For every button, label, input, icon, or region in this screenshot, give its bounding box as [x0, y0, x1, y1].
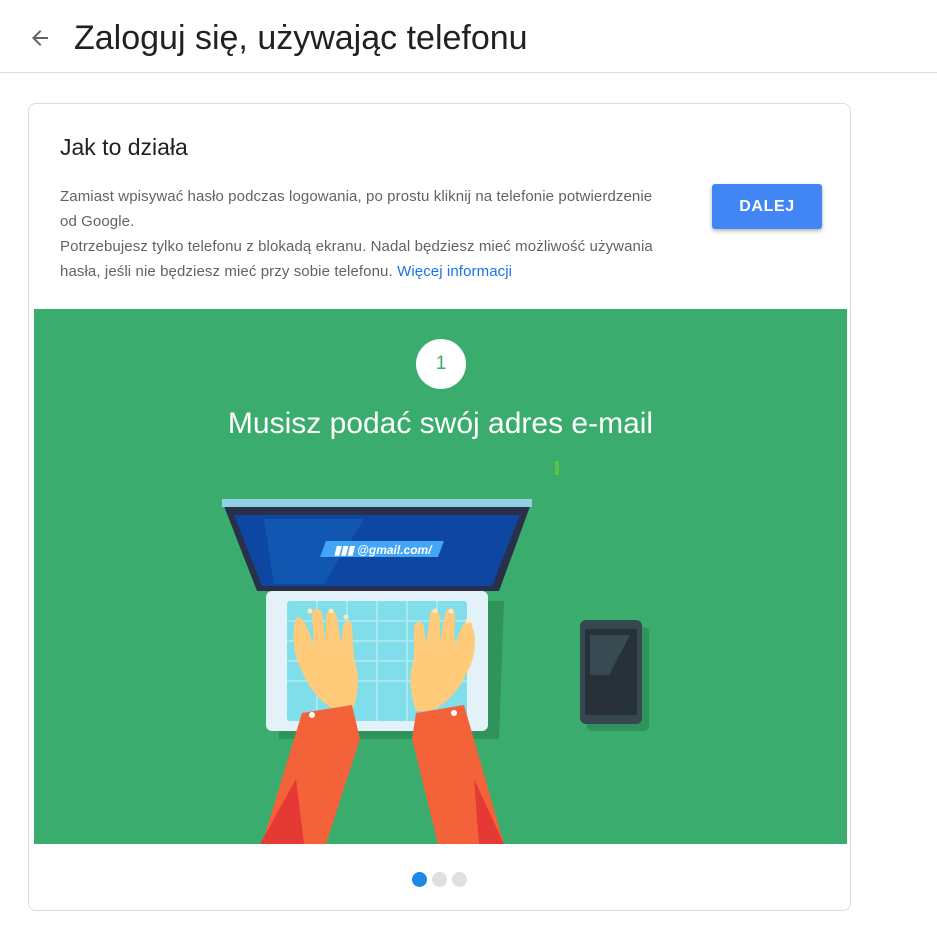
carousel-dots — [412, 872, 467, 887]
card-title: Jak to działa — [60, 134, 188, 160]
step-heading: Musisz podać swój adres e-mail — [227, 407, 654, 440]
carousel-dot-3[interactable] — [452, 872, 467, 887]
carousel-dot-2[interactable] — [432, 872, 447, 887]
arrow-back-icon — [32, 30, 48, 46]
back-button[interactable] — [22, 20, 58, 56]
next-button[interactable]: DALEJ — [712, 184, 822, 229]
step-number-badge: 1 — [416, 339, 466, 389]
description-line-2: Potrzebujesz tylko telefonu z blokadą ek… — [60, 234, 660, 284]
how-it-works-card: Jak to działa Zamiast wpisywać hasło pod… — [28, 103, 851, 911]
carousel-dot-1[interactable] — [412, 872, 427, 887]
description-line-2-text: Potrzebujesz tylko telefonu z blokadą ek… — [60, 238, 653, 280]
description-line-1: Zamiast wpisywać hasło podczas logowania… — [60, 188, 653, 230]
laptop-phone-illustration: ▮▮▮ @gmail.com/ — [222, 461, 649, 844]
description: Zamiast wpisywać hasło podczas logowania… — [60, 184, 660, 284]
learn-more-link[interactable]: Więcej informacji — [397, 263, 512, 280]
page-title: Zaloguj się, używając telefonu — [74, 19, 528, 57]
screen-email-text: ▮▮▮ @gmail.com/ — [334, 543, 433, 557]
tutorial-slide: ▮▮▮ @gmail.com/ 1 Musisz podać swój adre… — [34, 309, 847, 844]
top-bar: Zaloguj się, używając telefonu — [0, 0, 937, 73]
